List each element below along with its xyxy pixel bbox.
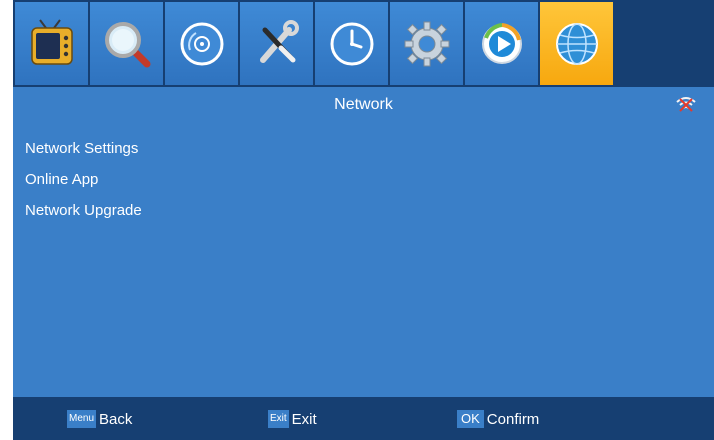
media-play-icon (481, 22, 522, 64)
network-menu: Network Settings Online App Network Upgr… (13, 137, 714, 230)
tools-icon (259, 19, 299, 63)
menu-item-network-settings[interactable]: Network Settings (13, 137, 714, 168)
page-title: Network (334, 96, 393, 113)
gear-icon (404, 21, 449, 66)
hint-bar: Menu Back Exit Exit OK Confirm (13, 397, 714, 440)
back-label: Back (99, 410, 133, 428)
exit-label: Exit (291, 410, 317, 428)
confirm-label: Confirm (486, 410, 540, 428)
tab-time[interactable] (315, 2, 388, 85)
top-menu-bar (13, 0, 714, 87)
tab-tv[interactable] (15, 2, 88, 85)
ok-key-badge: OK (457, 410, 484, 428)
menu-item-online-app[interactable]: Online App (13, 168, 714, 199)
menu-key-badge: Menu (67, 410, 97, 428)
clock-icon (330, 22, 373, 65)
tab-media[interactable] (165, 2, 238, 85)
exit-hint[interactable]: Exit Exit (268, 409, 317, 429)
exit-key-badge: Exit (268, 410, 289, 428)
tab-settings[interactable] (390, 2, 463, 85)
tab-player[interactable] (465, 2, 538, 85)
back-hint[interactable]: Menu Back (67, 409, 132, 429)
disc-icon (180, 22, 223, 65)
menu-item-network-upgrade[interactable]: Network Upgrade (13, 199, 714, 230)
wifi-disconnected-icon (676, 97, 696, 112)
screen: Network Network Settings Online App Netw… (13, 0, 714, 440)
confirm-hint[interactable]: OK Confirm (457, 409, 539, 429)
tv-icon (30, 18, 73, 65)
tab-tools[interactable] (240, 2, 313, 85)
tab-search[interactable] (90, 2, 163, 85)
search-icon (104, 21, 150, 67)
tab-network[interactable] (540, 2, 613, 85)
globe-icon (555, 22, 598, 65)
